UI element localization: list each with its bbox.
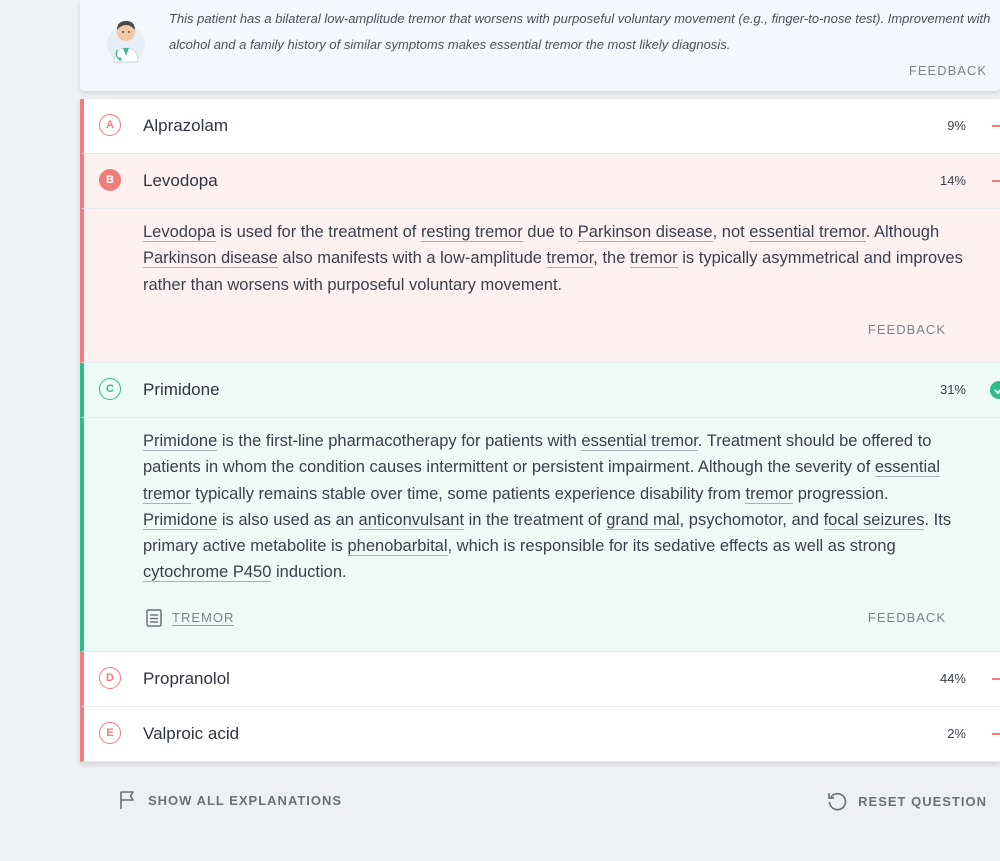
checkmark-icon: [990, 381, 1000, 399]
article-label: TREMOR: [172, 610, 235, 626]
dash-icon: [992, 678, 1000, 680]
reset-question-button[interactable]: RESET QUESTION: [826, 790, 987, 812]
term-link[interactable]: anticonvulsant: [358, 510, 465, 530]
term-link[interactable]: Primidone: [143, 510, 218, 530]
term-link[interactable]: tremor: [745, 484, 794, 504]
choice-a[interactable]: A Alprazolam 9%: [80, 99, 1000, 154]
explanation-segment: , not: [712, 223, 750, 241]
choice-percent: 14%: [939, 173, 966, 188]
explanation-c: Primidone is the first-line pharmacother…: [80, 418, 1000, 652]
explanation-segment: is used for the treatment of: [215, 223, 421, 241]
explanation-b: Levodopa is used for the treatment of re…: [80, 209, 1000, 363]
choice-d[interactable]: D Propranolol 44%: [80, 652, 1000, 707]
term-link[interactable]: Primidone: [143, 432, 218, 451]
hint-text: This patient has a bilateral low-amplitu…: [169, 11, 991, 52]
dash-icon: [992, 733, 1000, 735]
choice-b[interactable]: B Levodopa 14%: [80, 154, 1000, 209]
explanation-feedback-button[interactable]: FEEDBACK: [868, 322, 946, 337]
explanation-segment: , the: [593, 249, 630, 268]
explanation-feedback-button[interactable]: FEEDBACK: [868, 610, 946, 625]
explanation-segment: . Although: [865, 223, 940, 241]
article-link-tremor[interactable]: TREMOR: [146, 608, 235, 628]
choice-letter: B: [99, 169, 121, 191]
hint-card: This patient has a bilateral low-amplitu…: [80, 0, 1000, 91]
explanation-segment: typically remains stable over time, some…: [190, 484, 746, 503]
choice-label: Primidone: [143, 380, 220, 399]
explanation-segment: , psychomotor, and: [679, 510, 824, 529]
reset-label: RESET QUESTION: [858, 793, 987, 809]
explanation-segment: in the treatment of: [464, 510, 607, 529]
show-all-explanations-button[interactable]: SHOW ALL EXPLANATIONS: [118, 790, 342, 810]
term-link[interactable]: tremor: [546, 249, 594, 269]
choice-label: Valproic acid: [143, 724, 240, 743]
term-link[interactable]: essential tremor: [581, 432, 698, 451]
reset-icon: [828, 792, 847, 811]
choice-e[interactable]: E Valproic acid 2%: [80, 707, 1000, 762]
term-link[interactable]: essential tremor: [749, 223, 866, 242]
choice-letter: D: [99, 667, 121, 689]
explanation-segment: due to: [522, 223, 578, 241]
choice-percent: 2%: [947, 726, 966, 741]
choice-c[interactable]: C Primidone 31%: [80, 363, 1000, 418]
explanation-segment: , which is responsible for its sedative …: [447, 537, 896, 556]
choice-label: Alprazolam: [143, 116, 229, 135]
explanation-segment: is the first-line pharmacotherapy for pa…: [217, 432, 582, 450]
explanation-segment: also manifests with a low-amplitude: [277, 249, 547, 268]
explanation-segment: is also used as an: [217, 510, 359, 529]
explanation-segment: progression.: [793, 484, 889, 503]
dash-icon: [992, 180, 1000, 182]
flag-icon: [120, 791, 134, 809]
term-link[interactable]: focal seizures: [823, 510, 925, 530]
term-link[interactable]: cytochrome P450: [143, 563, 272, 583]
explanation-text: Levodopa is used for the treatment of re…: [143, 219, 963, 298]
show-all-label: SHOW ALL EXPLANATIONS: [148, 792, 343, 808]
term-link[interactable]: resting tremor: [420, 223, 523, 242]
answer-choices: A Alprazolam 9% B Levodopa 14% Levodopa …: [80, 99, 1000, 762]
hint-feedback-button[interactable]: FEEDBACK: [909, 63, 987, 78]
choice-letter: E: [99, 722, 121, 744]
choice-letter: A: [99, 114, 121, 136]
choice-percent: 9%: [947, 118, 966, 133]
doctor-avatar-icon: [107, 21, 145, 63]
choice-percent: 44%: [939, 671, 966, 686]
dash-icon: [992, 125, 1000, 127]
term-link[interactable]: Parkinson disease: [143, 249, 278, 269]
term-link[interactable]: tremor: [630, 249, 678, 269]
article-icon: [146, 609, 162, 627]
term-link[interactable]: grand mal: [606, 510, 680, 530]
choice-label: Propranolol: [143, 669, 230, 688]
choice-letter: C: [99, 378, 121, 400]
explanation-text: Primidone is the first-line pharmacother…: [143, 428, 963, 586]
choice-label: Levodopa: [143, 171, 218, 190]
term-link[interactable]: Levodopa: [143, 223, 216, 242]
explanation-segment: induction.: [271, 563, 347, 582]
choice-percent: 31%: [939, 382, 966, 397]
term-link[interactable]: phenobarbital: [347, 537, 448, 557]
term-link[interactable]: Parkinson disease: [577, 223, 713, 242]
